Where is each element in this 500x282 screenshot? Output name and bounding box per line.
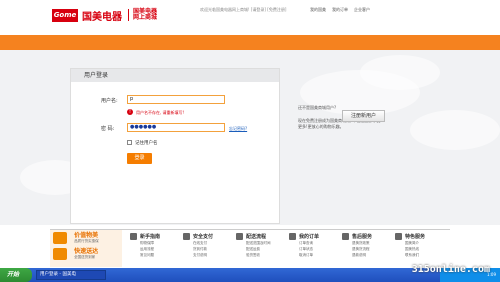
watermark: 315online.com [411, 264, 490, 275]
footer-col-aftersales: 售后服务 退换货政策 退换货流程 退款说明 [342, 232, 397, 258]
delivery-plane-icon [53, 248, 67, 260]
footer-link[interactable]: 支付说明 [183, 252, 238, 258]
footer-col-payment: 安全支付 在线支付 货到付款 支付说明 [183, 232, 238, 258]
star-icon [395, 232, 402, 240]
login-button[interactable]: 登录 [127, 153, 152, 164]
register-prompt: 还不是国美商城用户? [298, 105, 337, 110]
logo-name: 国美电器 [82, 11, 122, 23]
site-header: Gome 国美电器 国美电器 网上商城 欢迎光临国美电器网上商城! [请登录] … [0, 0, 500, 35]
login-stage: 用户登录 用户名: p ! 用户名不存在, 请重新填写! 密 码: ●●●●●●… [0, 50, 500, 225]
footer-col-guide: 新手指南 购物保障 运用流程 常见问题 [130, 232, 185, 258]
logo-subtitle: 国美电器 网上商城 [128, 9, 157, 21]
footer-col-title: 安全支付 [193, 233, 214, 240]
footer-col-title: 特色服务 [405, 233, 426, 240]
username-label: 用户名: [101, 98, 118, 104]
promo-delivery: 快速送达 全国送货到家 [53, 248, 98, 267]
start-button[interactable]: 开始 [0, 268, 32, 282]
footer-col-title: 新手指南 [140, 233, 161, 240]
username-input[interactable]: p [127, 95, 225, 104]
lock-icon [183, 232, 190, 240]
error-icon: ! [127, 109, 133, 115]
welcome-text: 欢迎光临国美电器网上商城! [请登录] [免费注册] [200, 7, 287, 12]
footer-link[interactable]: 联系我们 [395, 252, 450, 258]
password-input[interactable]: ●●●●●● [127, 123, 225, 132]
site-logo[interactable]: Gome 国美电器 国美电器 网上商城 [52, 8, 157, 23]
order-icon [289, 232, 296, 240]
username-error: 用户名不存在, 请重新填写! [136, 110, 185, 115]
footer-col-special: 特色服务 国美简介 国美热线 联系我们 [395, 232, 450, 258]
top-link-enterprise[interactable]: 企业客户 [354, 7, 370, 13]
price-tag-icon [53, 232, 67, 244]
footer-col-orders: 我的订单 订单查询 订单状态 取消订单 [289, 232, 344, 258]
login-panel: 用户登录 用户名: p ! 用户名不存在, 请重新填写! 密 码: ●●●●●●… [70, 68, 280, 224]
service-icon [342, 232, 349, 240]
footer-link[interactable]: 取消订单 [289, 252, 344, 258]
footer-col-title: 配送流程 [246, 233, 267, 240]
taskbar-window-button[interactable]: 用户登录 - 国美电 [36, 270, 106, 280]
promo-quality-sub: 品质行货实惠保 [74, 239, 99, 243]
footer-link[interactable]: 退款说明 [342, 252, 397, 258]
top-link-my-orders[interactable]: 我的订单 [332, 7, 348, 13]
promo-delivery-title: 快速送达 [74, 248, 99, 255]
footer-col-title: 我的订单 [299, 233, 320, 240]
forgot-password-link[interactable]: 忘记密码? [229, 126, 247, 132]
logo-subtitle-line2: 网上商城 [133, 14, 158, 21]
logo-badge: Gome [52, 8, 78, 22]
header-band [0, 35, 500, 50]
promo-block: 价值物美 品质行货实惠保 快速送达 全国送货到家 [50, 230, 122, 267]
footer-link[interactable]: 验货签收 [236, 252, 291, 258]
truck-icon [236, 232, 243, 240]
remember-checkbox[interactable] [127, 140, 132, 145]
promo-delivery-sub: 全国送货到家 [74, 255, 96, 259]
footer-col-delivery: 配送流程 配送范围及时间 配送运费 验货签收 [236, 232, 291, 258]
login-title: 用户登录 [71, 69, 279, 82]
footer-link[interactable]: 常见问题 [130, 252, 185, 258]
top-links: 我的国美 我的订单 企业客户 [310, 7, 370, 13]
register-desc-2: 更多!更放心的购物乐趣。 [298, 124, 344, 129]
footer-col-title: 售后服务 [352, 233, 373, 240]
password-label: 密 码: [101, 126, 115, 132]
guide-icon [130, 232, 137, 240]
top-link-my-gome[interactable]: 我的国美 [310, 7, 326, 13]
register-button[interactable]: 注册新用户 [342, 110, 385, 122]
service-footer: 价值物美 品质行货实惠保 快速送达 全国送货到家 新手指南 购物保障 运用流程 … [50, 229, 450, 267]
promo-quality-title: 价值物美 [74, 232, 99, 239]
remember-label: 记住用户名 [135, 141, 158, 146]
